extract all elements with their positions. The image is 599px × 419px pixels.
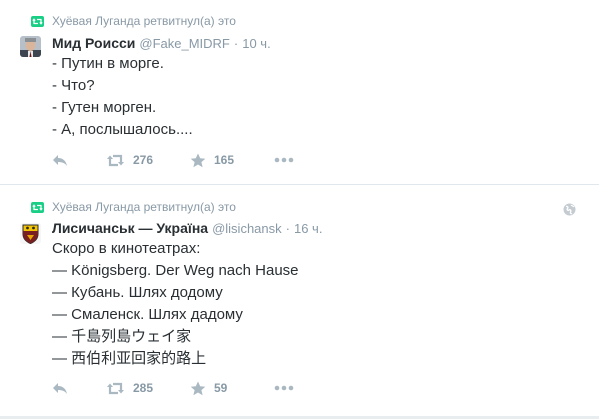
retweet-icon	[31, 201, 44, 213]
tweet-text-line: Скоро в кинотеатрах:	[52, 240, 201, 257]
author-username[interactable]: @lisichansk	[212, 221, 282, 236]
author-fullname[interactable]: Мид Роисси	[52, 35, 135, 51]
more-button[interactable]	[274, 380, 294, 396]
retweet-context: Хуёвая Луганда ретвитнул(а) это	[31, 14, 236, 28]
retweet-icon	[106, 154, 125, 167]
retweet-context-text[interactable]: Хуёвая Луганда ретвитнул(а) это	[52, 200, 236, 214]
tweet-text-line: — Königsberg. Der Weg nach Hause	[52, 262, 299, 279]
retweet-button[interactable]: 285	[106, 380, 153, 396]
separator: ·	[233, 36, 239, 51]
tweet-text-line: - Путин в морге.	[52, 55, 164, 72]
reply-button[interactable]	[52, 152, 68, 168]
tweet-text-line: — Смаленск. Шлях дадому	[52, 306, 243, 323]
reply-icon	[52, 382, 68, 395]
author-username[interactable]: @Fake_MIDRF	[139, 36, 230, 51]
more-button[interactable]	[274, 152, 294, 168]
retweet-button[interactable]: 276	[106, 152, 153, 168]
more-icon	[274, 385, 294, 391]
star-icon	[190, 381, 206, 396]
avatar[interactable]	[20, 223, 41, 244]
tweet-text: - Путин в морге. - Что? - Гутен морген. …	[52, 53, 193, 141]
reply-icon	[52, 154, 68, 167]
tweet-text-line: - А, послышалось....	[52, 121, 193, 138]
timestamp[interactable]: 10 ч.	[242, 36, 270, 51]
reply-button[interactable]	[52, 380, 68, 396]
tweet-header: Мид Роисси @Fake_MIDRF · 10 ч.	[52, 35, 271, 51]
retweet-count: 276	[133, 153, 154, 167]
retweet-icon	[31, 15, 44, 27]
globe-icon[interactable]	[563, 203, 576, 216]
tweet-text-line: — 千島列島ウェイ家	[52, 328, 192, 345]
retweet-icon	[106, 382, 125, 395]
avatar[interactable]	[20, 36, 41, 57]
more-icon	[274, 157, 294, 163]
tweet-text-line: — 西伯利亚回家的路上	[52, 350, 207, 367]
tweet-text-line: - Что?	[52, 77, 95, 94]
favorite-count: 59	[214, 381, 228, 395]
favorite-button[interactable]: 59	[190, 380, 227, 396]
author-fullname[interactable]: Лисичанськ — Україна	[52, 220, 208, 236]
timestamp[interactable]: 16 ч.	[294, 221, 322, 236]
separator: ·	[285, 221, 290, 236]
tweet-text: Скоро в кинотеатрах: — Königsberg. Der W…	[52, 238, 299, 370]
retweet-context-text[interactable]: Хуёвая Луганда ретвитнул(а) это	[52, 14, 236, 28]
tweet-text-line: — Кубань. Шлях додому	[52, 284, 223, 301]
star-icon	[190, 153, 206, 168]
retweet-count: 285	[133, 381, 154, 395]
tweet-header: Лисичанськ — Україна @lisichansk · 16 ч.	[52, 220, 322, 236]
tweet-text-line: - Гутен морген.	[52, 99, 157, 116]
tweet-actions: 285 59	[52, 380, 332, 396]
favorite-count: 165	[214, 153, 235, 167]
tweet[interactable]: Хуёвая Луганда ретвитнул(а) это Лисичанс…	[0, 184, 599, 419]
tweet-actions: 276 165	[52, 152, 332, 168]
favorite-button[interactable]: 165	[190, 152, 234, 168]
retweet-context: Хуёвая Луганда ретвитнул(а) это	[31, 200, 236, 214]
tweet[interactable]: Хуёвая Луганда ретвитнул(а) это Мид Роис…	[0, 0, 599, 184]
